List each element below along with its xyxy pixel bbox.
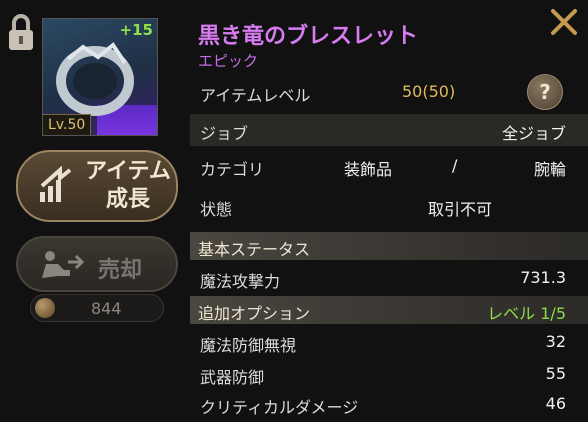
stat-label: 魔法攻撃力 xyxy=(200,272,281,291)
item-icon: +15 Lv.50 xyxy=(42,18,158,136)
base-stats-header: 基本ステータス xyxy=(190,232,588,260)
help-icon[interactable]: ? xyxy=(527,74,563,110)
sell-icon xyxy=(42,251,84,278)
sell-price: 844 xyxy=(30,294,164,322)
growth-label-line1: アイテム xyxy=(85,159,171,184)
option-label: クリティカルダメージ xyxy=(200,398,359,417)
item-level-value: 50(50) xyxy=(402,82,456,101)
category-row: カテゴリ 装飾品 / 腕輪 xyxy=(190,150,588,182)
extra-options-title: 追加オプション xyxy=(198,304,311,323)
extra-options-header: 追加オプション レベル 1/5 xyxy=(190,296,588,324)
sell-button[interactable]: 売却 xyxy=(16,236,178,292)
state-row: 状態 取引不可 xyxy=(190,190,588,222)
close-icon[interactable] xyxy=(550,8,578,36)
enhance-level-badge: +15 xyxy=(119,21,153,39)
stat-row: 魔法攻撃力 731.3 xyxy=(190,262,588,294)
category-value-2: 腕輪 xyxy=(533,160,566,179)
sell-label: 売却 xyxy=(98,258,143,283)
extra-options-level: レベル 1/5 xyxy=(487,304,566,323)
coin-icon xyxy=(35,298,55,318)
item-rarity: エピック xyxy=(198,52,259,70)
option-row: 武器防御 55 xyxy=(190,358,588,390)
growth-button-label: アイテム 成長 xyxy=(78,158,178,214)
item-level-badge: Lv.50 xyxy=(43,114,92,135)
growth-arrow-icon xyxy=(40,166,72,202)
sell-price-value: 844 xyxy=(91,299,122,318)
item-level-label: アイテムレベル xyxy=(200,86,311,105)
option-row: クリティカルダメージ 46 xyxy=(190,388,588,420)
item-growth-button[interactable]: アイテム 成長 xyxy=(16,150,178,222)
category-value-1: 装飾品 xyxy=(344,160,393,179)
job-row: ジョブ 全ジョブ xyxy=(190,114,588,146)
item-name: 黒き竜のブレスレット xyxy=(198,24,419,49)
option-value: 55 xyxy=(545,364,566,383)
stat-value: 731.3 xyxy=(520,268,566,287)
category-separator: / xyxy=(452,156,458,175)
growth-label-line2: 成長 xyxy=(105,187,150,212)
category-label: カテゴリ xyxy=(200,160,265,179)
state-label: 状態 xyxy=(200,200,233,219)
option-label: 魔法防御無視 xyxy=(200,336,297,355)
option-row: 魔法防御無視 32 xyxy=(190,326,588,358)
option-label: 武器防御 xyxy=(200,368,265,387)
option-value: 32 xyxy=(545,332,566,351)
job-label: ジョブ xyxy=(200,124,249,143)
lock-icon[interactable] xyxy=(6,12,36,52)
job-value: 全ジョブ xyxy=(501,124,566,143)
option-value: 46 xyxy=(545,394,566,413)
base-stats-title: 基本ステータス xyxy=(198,240,311,259)
state-value: 取引不可 xyxy=(428,200,493,219)
